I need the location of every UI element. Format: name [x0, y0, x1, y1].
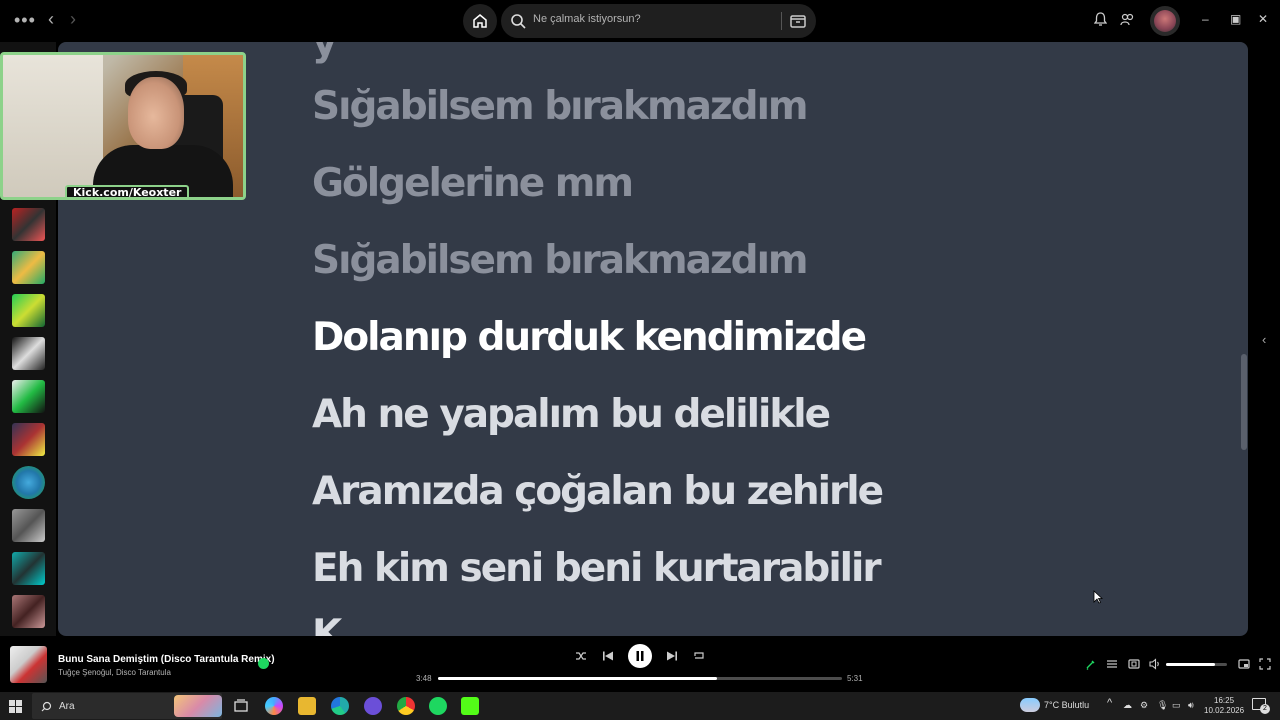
webcam-overlay: Kick.com/Keoxter — [0, 52, 246, 200]
library-item[interactable] — [12, 509, 45, 542]
library-item[interactable] — [12, 294, 45, 327]
forward-arrow-icon[interactable]: › — [70, 9, 76, 30]
volume-fill — [1166, 663, 1215, 666]
volume-slider[interactable] — [1166, 663, 1227, 666]
network-icon[interactable]: ▭ — [1172, 700, 1181, 711]
search-bar[interactable] — [501, 4, 816, 38]
tray-app-icon[interactable]: ⚙ — [1140, 700, 1148, 711]
home-button[interactable] — [463, 4, 497, 38]
repeat-icon[interactable] — [693, 650, 705, 662]
fullscreen-icon[interactable] — [1259, 658, 1271, 670]
webcam-label: Kick.com/Keoxter — [65, 185, 190, 197]
search-divider — [781, 12, 782, 30]
bell-icon[interactable] — [1094, 12, 1107, 27]
elapsed-time: 3:48 — [416, 674, 432, 683]
track-title[interactable]: Bunu Sana Demiştim (Disco Tarantula Remi… — [58, 654, 275, 665]
edge-icon[interactable] — [331, 697, 349, 715]
shuffle-icon[interactable] — [575, 650, 587, 662]
progress-bar[interactable] — [438, 677, 842, 680]
spotify-icon[interactable] — [429, 697, 447, 715]
kick-icon[interactable] — [461, 697, 479, 715]
lyric-line[interactable]: Ah ne yapalım bu delilikle — [312, 392, 831, 437]
taskbar-search[interactable]: Ara — [32, 693, 222, 719]
progress-fill — [438, 677, 717, 680]
chevron-left-icon[interactable]: ‹ — [1262, 332, 1266, 347]
microphone-lyrics-icon[interactable] — [1085, 658, 1097, 670]
lyric-line[interactable]: Sığabilsem bırakmazdım — [312, 84, 809, 129]
pause-icon — [636, 651, 644, 661]
windows-taskbar: Ara 7°C Bulutlu ^ ☁ ⚙ 🎙︎ ▭ 🔊︎ 16:25 10.0… — [0, 692, 1280, 720]
library-item[interactable] — [12, 337, 45, 370]
pause-button[interactable] — [628, 644, 652, 668]
previous-icon[interactable] — [602, 650, 614, 662]
tray-chevron-up-icon[interactable]: ^ — [1107, 697, 1112, 709]
library-item[interactable] — [12, 466, 45, 499]
taskbar-search-icon — [41, 701, 52, 712]
track-artist[interactable]: Tuğçe Şenoğul, Disco Tarantula — [58, 668, 171, 677]
clock[interactable]: 16:25 10.02.2026 — [1204, 696, 1244, 716]
lyric-line[interactable]: Aramızda çoğalan bu zehirle — [312, 469, 884, 514]
lyric-line[interactable]: Eh kim seni beni kurtarabilir — [312, 546, 882, 591]
next-icon[interactable] — [666, 650, 678, 662]
task-view-icon[interactable] — [232, 697, 250, 715]
mouse-cursor-icon — [1093, 590, 1103, 604]
notification-badge: 2 — [1260, 704, 1270, 714]
avatar[interactable] — [1150, 6, 1180, 36]
back-arrow-icon[interactable]: ‹ — [48, 9, 54, 30]
library-item[interactable] — [12, 208, 45, 241]
onedrive-icon[interactable]: ☁ — [1123, 700, 1132, 711]
lyrics-scrollbar[interactable] — [1241, 354, 1247, 450]
maximize-icon[interactable]: ▣ — [1230, 12, 1241, 26]
connect-device-icon[interactable] — [1128, 658, 1140, 670]
windows-start-icon[interactable] — [9, 700, 22, 713]
clock-date: 10.02.2026 — [1204, 706, 1245, 715]
mic-icon[interactable]: 🎙︎ — [1157, 700, 1168, 711]
weather-text[interactable]: 7°C Bulutlu — [1044, 700, 1089, 710]
library-item[interactable] — [12, 423, 45, 456]
library-item[interactable] — [12, 380, 45, 413]
player-bar: Bunu Sana Demiştim (Disco Tarantula Remi… — [0, 636, 1280, 692]
clock-time: 16:25 — [1214, 696, 1235, 705]
file-explorer-icon[interactable] — [298, 697, 316, 715]
top-bar: ••• ‹ › – ▣ ✕ — [0, 0, 1280, 42]
lyric-fragment: y — [312, 42, 337, 65]
search-icon — [511, 14, 526, 29]
taskbar-search-label: Ara — [59, 701, 75, 712]
menu-dots-icon[interactable]: ••• — [14, 10, 36, 31]
saved-check-icon[interactable] — [258, 658, 269, 669]
total-time: 5:31 — [847, 674, 863, 683]
copilot-icon[interactable] — [265, 697, 283, 715]
volume-icon[interactable] — [1149, 658, 1161, 670]
library-item[interactable] — [12, 552, 45, 585]
queue-icon[interactable] — [1106, 658, 1118, 670]
lyric-fragment: K — [312, 612, 342, 636]
home-icon — [473, 14, 487, 28]
search-highlight-image — [174, 695, 222, 717]
lyric-line-current[interactable]: Dolanıp durduk kendimizde — [312, 315, 867, 360]
discord-icon[interactable] — [364, 697, 382, 715]
mini-player-icon[interactable] — [1238, 658, 1250, 670]
lyric-line[interactable]: Gölgelerine mm — [312, 161, 634, 206]
friends-icon[interactable] — [1120, 12, 1134, 27]
search-input[interactable] — [533, 13, 773, 25]
speaker-icon[interactable]: 🔊︎ — [1188, 700, 1194, 711]
browse-icon[interactable] — [789, 12, 807, 30]
weather-cloud-icon[interactable] — [1020, 698, 1040, 712]
lyric-line[interactable]: Sığabilsem bırakmazdım — [312, 238, 809, 283]
library-item[interactable] — [12, 251, 45, 284]
close-icon[interactable]: ✕ — [1258, 12, 1268, 26]
library-item[interactable] — [12, 595, 45, 628]
minimize-icon[interactable]: – — [1202, 12, 1209, 26]
chrome-icon[interactable] — [397, 697, 415, 715]
album-art[interactable] — [10, 646, 47, 683]
